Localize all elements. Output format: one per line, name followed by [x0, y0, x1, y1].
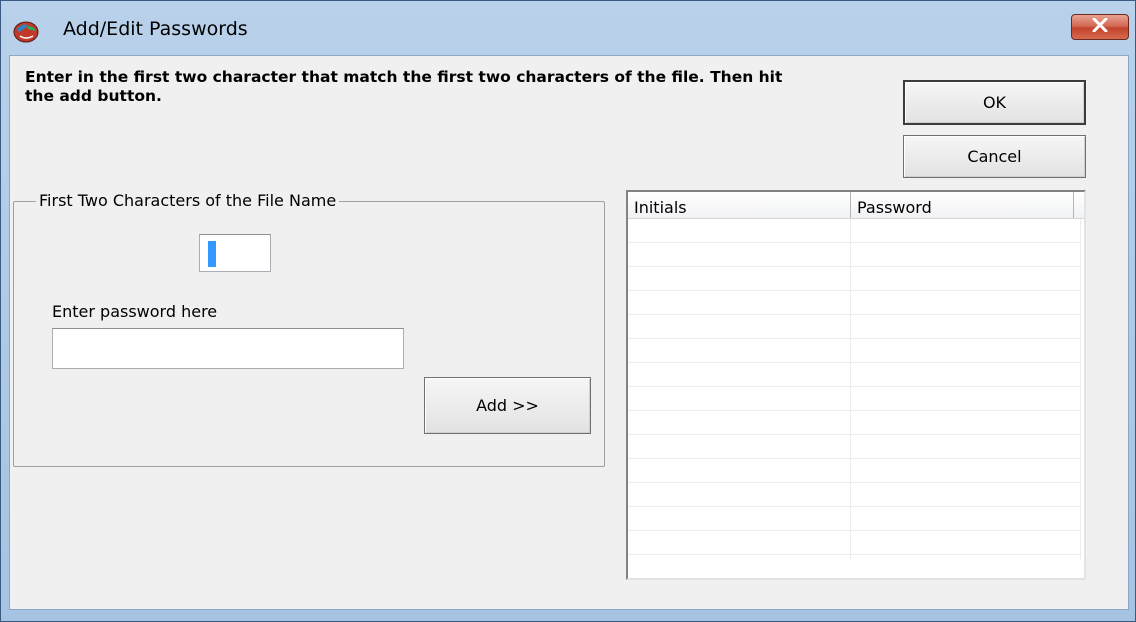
list-row[interactable]	[628, 507, 1080, 531]
ok-button[interactable]: OK	[903, 80, 1086, 125]
list-row[interactable]	[628, 411, 1080, 435]
list-row[interactable]	[628, 243, 1080, 267]
window-title: Add/Edit Passwords	[63, 18, 248, 40]
password-label: Enter password here	[52, 302, 218, 321]
list-row[interactable]	[628, 435, 1080, 459]
list-header: Initials Password	[628, 192, 1084, 219]
list-row[interactable]	[628, 363, 1080, 387]
list-row[interactable]	[628, 339, 1080, 363]
cancel-button[interactable]: Cancel	[903, 135, 1086, 178]
instructions-text: Enter in the first two character that ma…	[25, 68, 783, 105]
add-button[interactable]: Add >>	[424, 377, 591, 434]
list-row[interactable]	[628, 315, 1080, 339]
close-button[interactable]	[1071, 14, 1129, 40]
file-name-groupbox: First Two Characters of the File Name Ad…	[13, 191, 605, 467]
list-row[interactable]	[628, 219, 1080, 243]
column-header-password[interactable]: Password	[851, 192, 1074, 218]
passwords-list[interactable]: Initials Password	[626, 190, 1086, 580]
initials-input[interactable]	[199, 234, 271, 272]
text-selection-highlight	[208, 241, 216, 267]
list-body	[628, 219, 1084, 578]
list-row[interactable]	[628, 291, 1080, 315]
column-header-initials[interactable]: Initials	[628, 192, 851, 218]
groupbox-legend: First Two Characters of the File Name	[36, 191, 340, 210]
dialog-client-area: Enter in the first two character that ma…	[9, 55, 1129, 610]
globe-icon	[13, 20, 39, 44]
password-field[interactable]	[52, 328, 404, 369]
list-row[interactable]	[628, 531, 1080, 555]
close-icon	[1092, 17, 1108, 37]
dialog-window: Add/Edit Passwords Enter in the first tw…	[0, 0, 1136, 622]
list-row[interactable]	[628, 483, 1080, 507]
column-gridline	[1080, 219, 1081, 559]
column-gridline	[850, 219, 851, 559]
list-row[interactable]	[628, 267, 1080, 291]
title-bar[interactable]: Add/Edit Passwords	[1, 1, 1135, 55]
list-row[interactable]	[628, 387, 1080, 411]
list-row[interactable]	[628, 459, 1080, 483]
